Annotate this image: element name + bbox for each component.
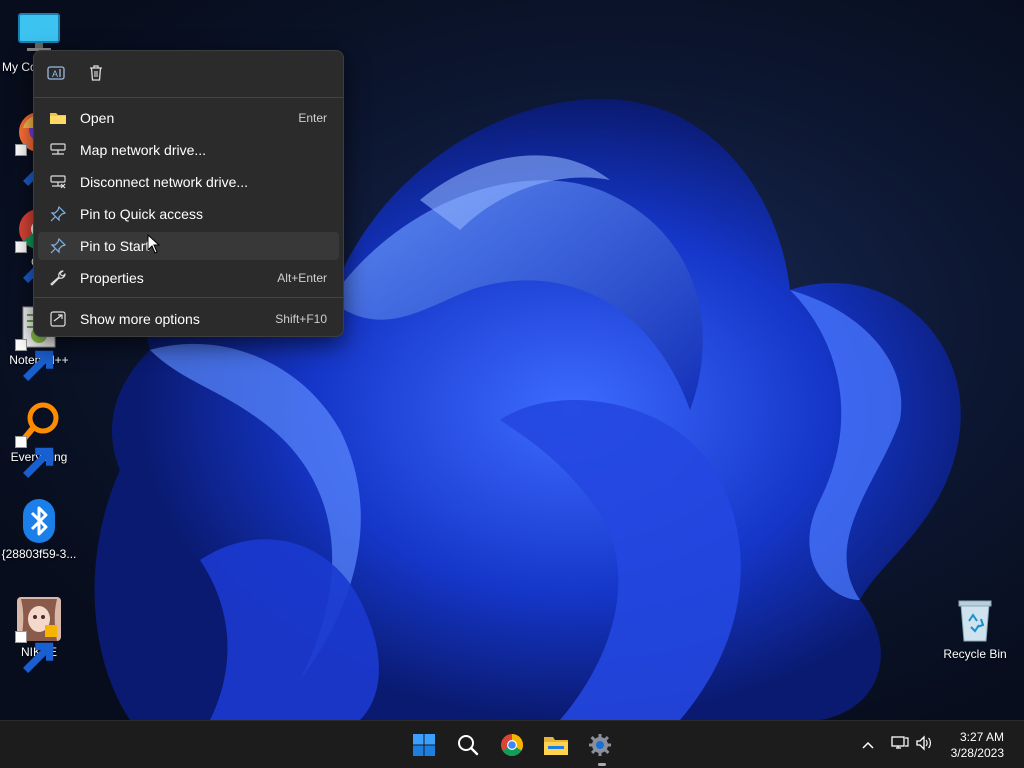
more-options-icon [48, 309, 68, 329]
menu-item-label: Properties [80, 270, 144, 286]
menu-item-label: Pin to Quick access [80, 206, 203, 222]
menu-item-label: Pin to Start [80, 238, 150, 254]
chevron-up-icon [862, 736, 874, 754]
gear-icon [588, 733, 612, 757]
windows-start-icon [412, 733, 436, 757]
menu-separator [34, 297, 343, 298]
menu-item-shortcut: Alt+Enter [277, 271, 327, 285]
everything-search-icon [15, 400, 63, 478]
network-button[interactable] [890, 735, 910, 755]
shortcut-arrow-icon [15, 241, 54, 283]
mouse-cursor-icon [147, 234, 161, 254]
pin-icon [48, 236, 68, 256]
menu-item-label: Map network drive... [80, 142, 207, 158]
folder-icon [48, 108, 68, 128]
shortcut-arrow-icon [15, 631, 54, 673]
speaker-icon [915, 734, 933, 756]
menu-item-label: Open [80, 110, 115, 126]
menu-item-pin-to-quick-access[interactable]: Pin to Quick access [38, 200, 339, 228]
start-button[interactable] [408, 729, 440, 761]
search-icon [456, 733, 480, 757]
desktop-icon-nikke[interactable]: NIKKE [1, 595, 77, 673]
menu-item-disconnect-network-drive[interactable]: Disconnect network drive... [38, 168, 339, 196]
network-icon [891, 735, 909, 756]
nikke-game-icon [15, 595, 63, 673]
bluetooth-icon [15, 497, 63, 545]
search-button[interactable] [452, 729, 484, 761]
menu-separator [34, 97, 343, 98]
menu-item-show-more-options[interactable]: Show more options Shift+F10 [38, 305, 339, 333]
desktop-icon-everything[interactable]: Everything [1, 400, 77, 478]
file-explorer-button[interactable] [540, 729, 572, 761]
show-hidden-icons-button[interactable] [858, 735, 878, 755]
disconnect-drive-icon [48, 172, 68, 192]
wrench-icon [48, 268, 68, 288]
menu-item-shortcut: Enter [298, 111, 327, 125]
shortcut-arrow-icon [15, 339, 54, 381]
network-drive-icon [48, 140, 68, 160]
clock-time: 3:27 AM [959, 730, 1004, 744]
running-app-indicator [598, 763, 606, 766]
menu-item-properties[interactable]: Properties Alt+Enter [38, 264, 339, 292]
menu-item-open[interactable]: Open Enter [38, 104, 339, 132]
menu-item-shortcut: Shift+F10 [275, 312, 327, 326]
desktop-icon-label: {28803f59-3... [1, 547, 77, 561]
menu-item-label: Disconnect network drive... [80, 174, 249, 190]
desktop-icon-bluetooth[interactable]: {28803f59-3... [1, 497, 77, 561]
rename-icon: A [47, 64, 65, 87]
pin-icon [48, 204, 68, 224]
clock-date: 3/28/2023 [950, 746, 1004, 760]
context-menu-quick-actions: A [34, 51, 343, 97]
rename-button[interactable]: A [44, 63, 68, 87]
recycle-bin-icon [951, 597, 999, 645]
delete-button[interactable] [84, 63, 108, 87]
volume-button[interactable] [914, 734, 934, 756]
desktop-icon-recycle-bin[interactable]: Recycle Bin [937, 597, 1013, 661]
context-menu: A Open Enter Map network drive... Discon… [33, 50, 344, 337]
shortcut-arrow-icon [15, 436, 54, 478]
trash-icon [87, 64, 105, 87]
shortcut-arrow-icon [15, 144, 54, 186]
menu-item-map-network-drive[interactable]: Map network drive... [38, 136, 339, 164]
taskbar: 3:27 AM 3/28/2023 [0, 720, 1024, 768]
settings-button[interactable] [584, 729, 616, 761]
menu-item-label: Show more options [80, 311, 200, 327]
chrome-icon [500, 733, 524, 757]
desktop-icon-label: Recycle Bin [943, 647, 1007, 661]
menu-item-pin-to-start[interactable]: Pin to Start [38, 232, 339, 260]
clock[interactable]: 3:27 AM 3/28/2023 [951, 729, 1004, 761]
folder-icon [543, 734, 569, 756]
chrome-taskbar-button[interactable] [496, 729, 528, 761]
svg-text:A: A [52, 69, 58, 79]
